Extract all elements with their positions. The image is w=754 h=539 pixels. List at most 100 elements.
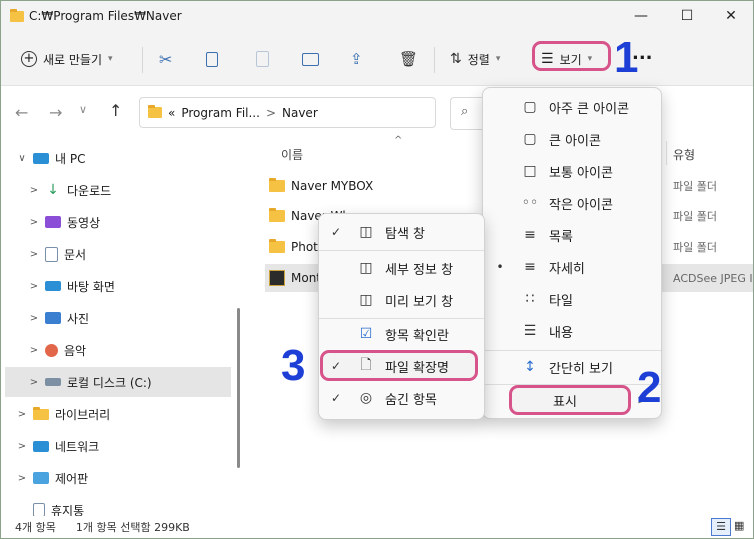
sort-button[interactable]: ⇅ 정렬 ▾: [450, 44, 500, 74]
tiles-icon: ∷: [525, 291, 535, 307]
view-button[interactable]: ☰ 보기 ▾: [541, 44, 592, 74]
nav-item-label: 문서: [64, 247, 87, 262]
show-menu-item-file-extensions[interactable]: ✓ 🗋 파일 확장명: [319, 350, 484, 382]
breadcrumb-program-files[interactable]: Program Fil...: [181, 106, 260, 120]
nav-item-videos[interactable]: > 동영상: [27, 207, 263, 237]
details-icon: ≡: [524, 259, 536, 275]
document-icon: [45, 246, 58, 262]
view-menu-item-large-icons[interactable]: ▢ 큰 아이콘: [483, 123, 661, 155]
view-menu-item-details[interactable]: • ≡ 자세히: [483, 251, 661, 283]
view-menu-item-show[interactable]: 표시 >: [483, 384, 661, 416]
more-options-button[interactable]: ...: [632, 43, 653, 64]
nav-item-downloads[interactable]: > ↓ 다운로드: [27, 175, 263, 205]
view-menu-item-extra-large-icons[interactable]: ▢ 아주 큰 아이콘: [483, 91, 661, 123]
download-icon: ↓: [47, 182, 59, 198]
view-menu-item-list[interactable]: ≡ 목록: [483, 219, 661, 251]
desktop-icon: [45, 281, 61, 291]
nav-item-label: 동영상: [67, 215, 101, 230]
nav-item-control-panel[interactable]: > 제어판: [15, 463, 251, 493]
copy-button[interactable]: [206, 44, 218, 74]
nav-item-music[interactable]: > 음악: [27, 335, 263, 365]
menu-item-label: 표시: [553, 394, 577, 410]
scissors-icon: ✂: [159, 49, 173, 69]
tiles-view-icon[interactable]: ▦: [734, 519, 744, 532]
copy-icon: [206, 51, 218, 67]
file-name: Mont: [291, 271, 322, 285]
trash-icon: 🗑: [399, 50, 419, 68]
network-icon: [33, 440, 49, 452]
nav-item-label: 사진: [67, 311, 90, 326]
expand-arrow-icon[interactable]: >: [27, 249, 41, 260]
minimize-button[interactable]: —: [619, 1, 663, 31]
delete-button[interactable]: 🗑: [399, 44, 418, 74]
window-title: C:₩Program Files₩Naver: [29, 9, 182, 23]
breadcrumb-overflow[interactable]: «: [168, 106, 175, 120]
column-header-name[interactable]: 이름: [281, 146, 303, 163]
list-icon: ≡: [524, 227, 536, 243]
nav-item-documents[interactable]: > 문서: [27, 239, 263, 269]
nav-item-network[interactable]: > 네트워크: [15, 431, 251, 461]
expand-arrow-icon[interactable]: >: [15, 473, 29, 484]
nav-item-desktop[interactable]: > 바탕 화면: [27, 271, 263, 301]
nav-item-pictures[interactable]: > 사진: [27, 303, 263, 333]
recent-chevron-icon[interactable]: ∨: [79, 103, 87, 116]
paste-button[interactable]: [256, 44, 269, 74]
view-menu-item-small-icons[interactable]: ◦◦ 작은 아이콘: [483, 187, 661, 219]
content-icon: ☰: [523, 323, 537, 339]
expand-arrow-icon[interactable]: ∨: [15, 153, 29, 164]
show-menu-item-preview-pane[interactable]: ◫ 미리 보기 창: [319, 284, 484, 316]
video-icon: [45, 216, 61, 228]
expand-arrow-icon[interactable]: >: [27, 185, 41, 196]
menu-item-label: 목록: [549, 229, 573, 245]
breadcrumb-separator: >: [265, 105, 276, 120]
nav-item-this-pc[interactable]: ∨ 내 PC: [15, 143, 251, 173]
show-menu-item-details-pane[interactable]: ◫ 세부 정보 창: [319, 252, 484, 284]
nav-scrollbar-thumb[interactable]: [237, 308, 240, 468]
details-view-icon[interactable]: ☰: [711, 518, 731, 536]
selection-info: 1개 항목 선택함 299KB: [75, 521, 190, 534]
up-arrow-icon[interactable]: ↑: [109, 101, 122, 120]
new-button[interactable]: + 새로 만들기 ▾: [21, 44, 113, 74]
nav-item-label: 내 PC: [55, 151, 86, 166]
back-arrow-icon[interactable]: ←: [15, 103, 28, 122]
expand-arrow-icon[interactable]: >: [27, 313, 41, 324]
menu-separator: [319, 250, 484, 251]
cut-button[interactable]: ✂: [159, 44, 172, 74]
show-menu-item-item-checkboxes[interactable]: ☑ 항목 확인란: [319, 318, 484, 350]
expand-arrow-icon[interactable]: >: [27, 281, 41, 292]
expand-arrow-icon[interactable]: >: [15, 409, 29, 420]
address-bar[interactable]: « Program Fil... > Naver: [139, 97, 436, 128]
folder-icon: [10, 9, 24, 22]
nav-item-libraries[interactable]: > 라이브러리: [15, 399, 251, 429]
expand-arrow-icon[interactable]: >: [27, 345, 41, 356]
expand-arrow-icon[interactable]: >: [27, 217, 41, 228]
view-menu-item-medium-icons[interactable]: □ 보통 아이콘: [483, 155, 661, 187]
share-button[interactable]: ⇪: [350, 44, 363, 74]
preview-pane-icon: ◫: [359, 292, 373, 308]
menu-item-label: 내용: [549, 325, 573, 341]
view-menu-item-content[interactable]: ☰ 내용: [483, 315, 661, 347]
menu-item-label: 미리 보기 창: [385, 294, 454, 310]
maximize-button[interactable]: ☐: [665, 1, 709, 31]
show-menu-item-hidden-items[interactable]: ✓ ◎ 숨긴 항목: [319, 382, 484, 414]
show-menu-item-navigation-pane[interactable]: ✓ ◫ 탐색 창: [319, 216, 484, 248]
check-icon: ✓: [330, 359, 342, 373]
breadcrumb-naver[interactable]: Naver: [282, 106, 318, 120]
file-type: 파일 폴더: [673, 241, 717, 254]
chevron-down-icon: ▾: [108, 54, 113, 64]
nav-item-label: 네트워크: [55, 439, 100, 454]
column-header-type[interactable]: 유형: [673, 146, 695, 163]
rename-button[interactable]: [302, 44, 319, 74]
close-button[interactable]: ✕: [709, 1, 753, 31]
expand-arrow-icon[interactable]: >: [27, 377, 41, 388]
folder-icon: [148, 105, 162, 118]
toolbar-divider: [434, 47, 435, 73]
sort-up-icon: ^: [394, 135, 403, 146]
expand-arrow-icon[interactable]: >: [15, 441, 29, 452]
view-menu-item-compact-view[interactable]: ↕ 간단히 보기: [483, 351, 661, 383]
view-menu-item-tiles[interactable]: ∷ 타일: [483, 283, 661, 315]
file-type: 파일 폴더: [673, 210, 717, 223]
music-icon: [45, 343, 58, 357]
forward-arrow-icon[interactable]: →: [49, 103, 62, 122]
nav-item-local-disk[interactable]: > 로컬 디스크 (C:): [5, 367, 231, 397]
